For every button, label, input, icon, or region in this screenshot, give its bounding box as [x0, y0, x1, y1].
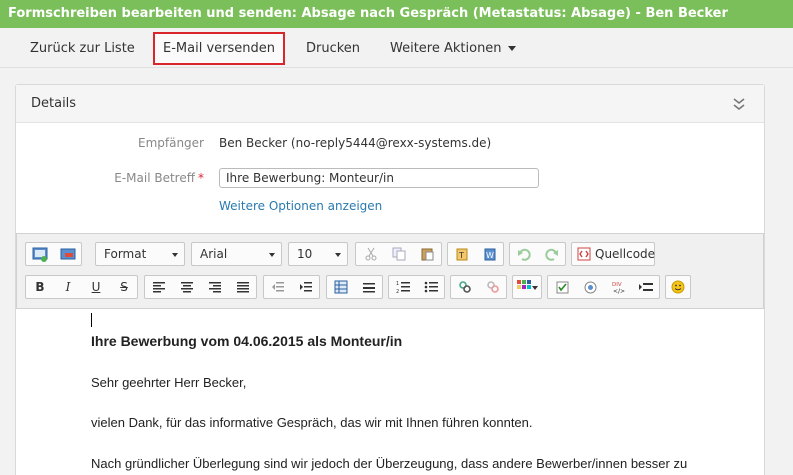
- more-actions-label: Weitere Aktionen: [390, 41, 502, 56]
- indent-icon[interactable]: [293, 276, 319, 298]
- bold-icon[interactable]: B: [27, 276, 53, 298]
- horizontal-rule-icon[interactable]: [356, 276, 382, 298]
- font-select-value: Arial: [200, 247, 228, 261]
- text-color-button[interactable]: [512, 275, 542, 299]
- details-panel-title: Details: [31, 96, 77, 111]
- list-group: 12: [388, 275, 445, 299]
- unlink-icon[interactable]: [480, 276, 506, 298]
- color-grid-icon: [517, 280, 531, 294]
- source-code-label: Quellcode: [595, 247, 656, 261]
- required-marker: *: [198, 171, 204, 185]
- bullet-list-icon[interactable]: [418, 276, 444, 298]
- format-select[interactable]: Format: [95, 242, 185, 266]
- size-select-value: 10: [297, 247, 313, 261]
- svg-text:</>: </>: [613, 288, 625, 294]
- insert-image-icon[interactable]: [27, 243, 53, 265]
- paste-icon[interactable]: [414, 243, 440, 265]
- letter-salutation: Sehr geehrter Herr Becker,: [91, 375, 247, 390]
- copy-icon[interactable]: [386, 243, 412, 265]
- details-panel-header[interactable]: Details: [16, 85, 764, 123]
- emoji-button[interactable]: [665, 275, 691, 299]
- source-code-button[interactable]: Quellcode: [571, 242, 655, 266]
- letter-paragraph-2: Nach gründlicher Überlegung sind wir jed…: [91, 456, 688, 471]
- editor-toolbar: Format Arial 10 T W Quellcode B I U S 1 …: [16, 233, 764, 309]
- outdent-icon[interactable]: [265, 276, 291, 298]
- window-title: Formschreiben bearbeiten und senden: Abs…: [0, 0, 793, 28]
- form-elements-group: DIV </>: [547, 275, 660, 299]
- insert-group: [25, 242, 82, 266]
- text-style-group: B I U S: [25, 275, 138, 299]
- cut-icon[interactable]: [358, 243, 384, 265]
- svg-text:T: T: [458, 251, 464, 260]
- align-left-icon[interactable]: [146, 276, 172, 298]
- page-break-icon[interactable]: [633, 276, 659, 298]
- paste-word-icon[interactable]: W: [477, 243, 503, 265]
- redo-icon[interactable]: [539, 243, 565, 265]
- align-justify-icon[interactable]: [230, 276, 256, 298]
- back-to-list-button[interactable]: Zurück zur Liste: [30, 32, 135, 65]
- svg-text:1: 1: [396, 281, 399, 287]
- indent-group: [263, 275, 320, 299]
- letter-paragraph-1: vielen Dank, für das informative Gespräc…: [91, 415, 533, 430]
- align-center-icon[interactable]: [174, 276, 200, 298]
- checkbox-icon[interactable]: [549, 276, 575, 298]
- action-toolbar: Zurück zur Liste E-Mail versenden Drucke…: [0, 28, 793, 68]
- div-container-icon[interactable]: DIV </>: [605, 276, 631, 298]
- caret-down-icon: [507, 46, 516, 51]
- svg-text:2: 2: [396, 289, 399, 294]
- alignment-group: [144, 275, 257, 299]
- undo-icon[interactable]: [511, 243, 537, 265]
- clipboard-group: [355, 242, 442, 266]
- chevron-down-icon: [532, 286, 538, 290]
- block-group: [326, 275, 383, 299]
- letter-heading: Ihre Bewerbung vom 04.06.2015 als Monteu…: [91, 333, 403, 349]
- paste-special-group: T W: [447, 242, 504, 266]
- format-select-value: Format: [104, 247, 147, 261]
- font-select[interactable]: Arial: [191, 242, 282, 266]
- italic-icon[interactable]: I: [55, 276, 81, 298]
- paste-text-icon[interactable]: T: [449, 243, 475, 265]
- more-options-link[interactable]: Weitere Optionen anzeigen: [219, 199, 382, 213]
- radio-icon[interactable]: [577, 276, 603, 298]
- chevron-down-icon: [172, 253, 178, 257]
- source-code-icon: [577, 247, 591, 261]
- collapse-chevron-icon[interactable]: [732, 97, 746, 111]
- subject-label: E-Mail Betreff *: [24, 171, 204, 185]
- link-group: [450, 275, 507, 299]
- link-icon[interactable]: [452, 276, 478, 298]
- recipient-value: Ben Becker (no-reply5444@rexx-systems.de…: [219, 136, 492, 150]
- underline-icon[interactable]: U: [83, 276, 109, 298]
- strikethrough-icon[interactable]: S: [111, 276, 137, 298]
- text-cursor: [91, 313, 92, 327]
- numbered-list-icon[interactable]: 12: [390, 276, 416, 298]
- insert-media-icon[interactable]: [55, 243, 81, 265]
- smiley-icon: [671, 280, 685, 294]
- more-actions-dropdown[interactable]: Weitere Aktionen: [390, 32, 516, 65]
- size-select[interactable]: 10: [288, 242, 348, 266]
- send-email-button[interactable]: E-Mail versenden: [153, 32, 285, 65]
- align-right-icon[interactable]: [202, 276, 228, 298]
- print-button[interactable]: Drucken: [306, 32, 360, 65]
- recipient-label: Empfänger: [137, 136, 204, 150]
- undo-redo-group: [509, 242, 566, 266]
- subject-input[interactable]: [219, 168, 539, 188]
- chevron-down-icon: [269, 253, 275, 257]
- subject-label-text: E-Mail Betreff: [114, 171, 195, 185]
- editor-content[interactable]: Ihre Bewerbung vom 04.06.2015 als Monteu…: [16, 309, 764, 475]
- chevron-down-icon: [335, 253, 341, 257]
- svg-text:W: W: [486, 251, 494, 260]
- table-icon[interactable]: [328, 276, 354, 298]
